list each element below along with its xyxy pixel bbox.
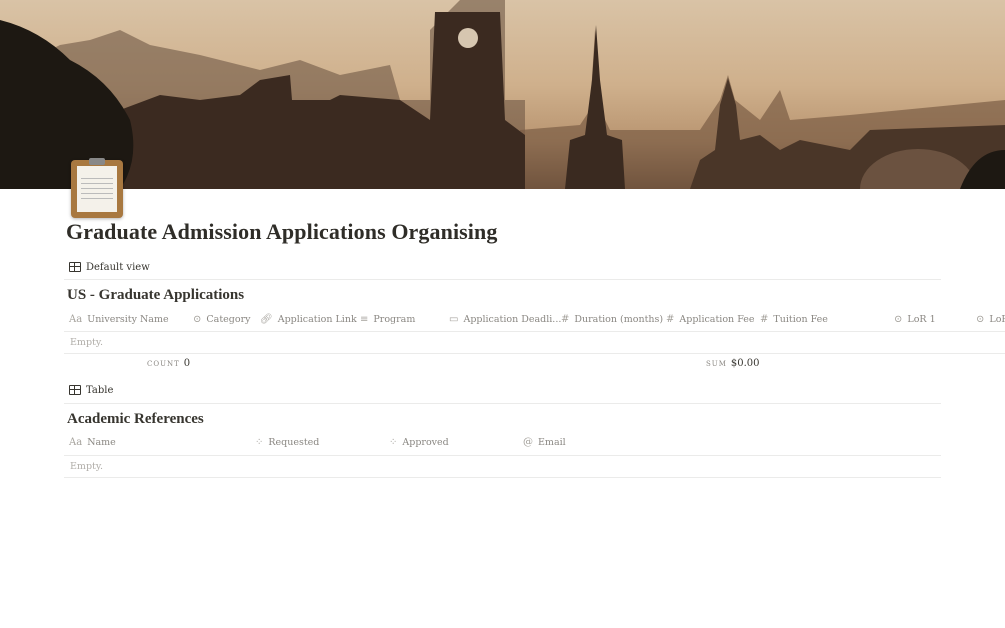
table-icon [69,385,81,395]
column-header-tuition-fee[interactable]: # Tuition Fee [760,314,828,325]
clipboard-clip [89,158,105,165]
column-header-category[interactable]: ⊙ Category [193,314,250,325]
view-tab-table[interactable]: Table [69,380,113,400]
select-property-icon: ⊙ [976,314,985,325]
column-header-approved[interactable]: ⁘ Approved [389,437,449,448]
column-label: Application Deadli... [463,314,562,325]
column-header-requested[interactable]: ⁘ Requested [255,437,319,448]
count-calculation[interactable]: COUNT 0 [147,358,190,369]
view-tab-default[interactable]: Default view [69,257,150,277]
paper-line [81,198,113,199]
column-label: LoR 1 [907,314,936,325]
number-icon: # [666,314,675,325]
column-header-email[interactable]: @ Email [523,437,566,448]
column-label: Application Link [277,314,357,325]
sum-calculation[interactable]: SUM $0.00 [706,358,760,369]
column-label: Category [206,314,251,325]
column-label: University Name [87,314,169,325]
table-icon [69,262,81,272]
calc-label: SUM [706,360,727,368]
status-icon: ⁘ [255,437,264,448]
database-title[interactable]: US - Graduate Applications [67,287,244,304]
divider [64,455,941,456]
paper-line [81,193,113,194]
page-title[interactable]: Graduate Admission Applications Organisi… [66,219,497,245]
link-icon: 🔗︎ [260,314,273,325]
column-label: Email [538,437,566,448]
column-header-program[interactable]: ≡ Program [360,314,415,325]
paper-line [81,188,113,189]
page-cover-image[interactable] [0,0,1005,189]
clipboard-paper [77,166,117,212]
calc-value: $0.00 [730,358,760,369]
at-sign-icon: @ [523,437,533,448]
view-tab-label: Table [86,384,114,396]
column-label: LoR 2 [989,314,1005,325]
column-header-duration[interactable]: # Duration (months) [561,314,663,325]
text-property-icon: Aa [69,314,83,325]
column-label: Duration (months) [574,314,664,325]
skyline-illustration [0,0,1005,189]
column-header-name[interactable]: Aa Name [69,437,116,448]
divider [64,353,1005,354]
divider [64,279,941,280]
divider [64,403,941,404]
select-property-icon: ⊙ [193,314,202,325]
text-lines-icon: ≡ [360,314,369,325]
database-title[interactable]: Academic References [67,411,204,428]
column-label: Program [373,314,416,325]
calc-value: 0 [183,358,191,369]
select-property-icon: ⊙ [894,314,903,325]
view-tab-label: Default view [86,261,150,273]
number-icon: # [760,314,769,325]
column-header-lor-2[interactable]: ⊙ LoR 2 [976,314,1005,325]
column-label: Requested [268,437,320,448]
column-header-university-name[interactable]: Aa University Name [69,314,169,325]
column-label: Approved [402,437,449,448]
column-label: Name [87,437,116,448]
calc-label: COUNT [147,360,180,368]
text-property-icon: Aa [69,437,83,448]
number-icon: # [561,314,570,325]
clipboard-icon[interactable] [71,158,123,218]
calendar-icon: ▭ [449,314,459,325]
column-header-application-link[interactable]: 🔗︎ Application Link [260,314,357,325]
paper-line [81,183,113,184]
paper-line [81,178,113,179]
empty-state: Empty. [70,461,103,472]
divider [64,331,1005,332]
status-icon: ⁘ [389,437,398,448]
divider [64,477,941,478]
column-header-lor-1[interactable]: ⊙ LoR 1 [894,314,936,325]
empty-state: Empty. [70,337,103,348]
column-label: Tuition Fee [773,314,828,325]
column-header-application-deadline[interactable]: ▭ Application Deadli... [449,314,561,325]
column-header-application-fee[interactable]: # Application Fee [666,314,755,325]
column-label: Application Fee [679,314,755,325]
